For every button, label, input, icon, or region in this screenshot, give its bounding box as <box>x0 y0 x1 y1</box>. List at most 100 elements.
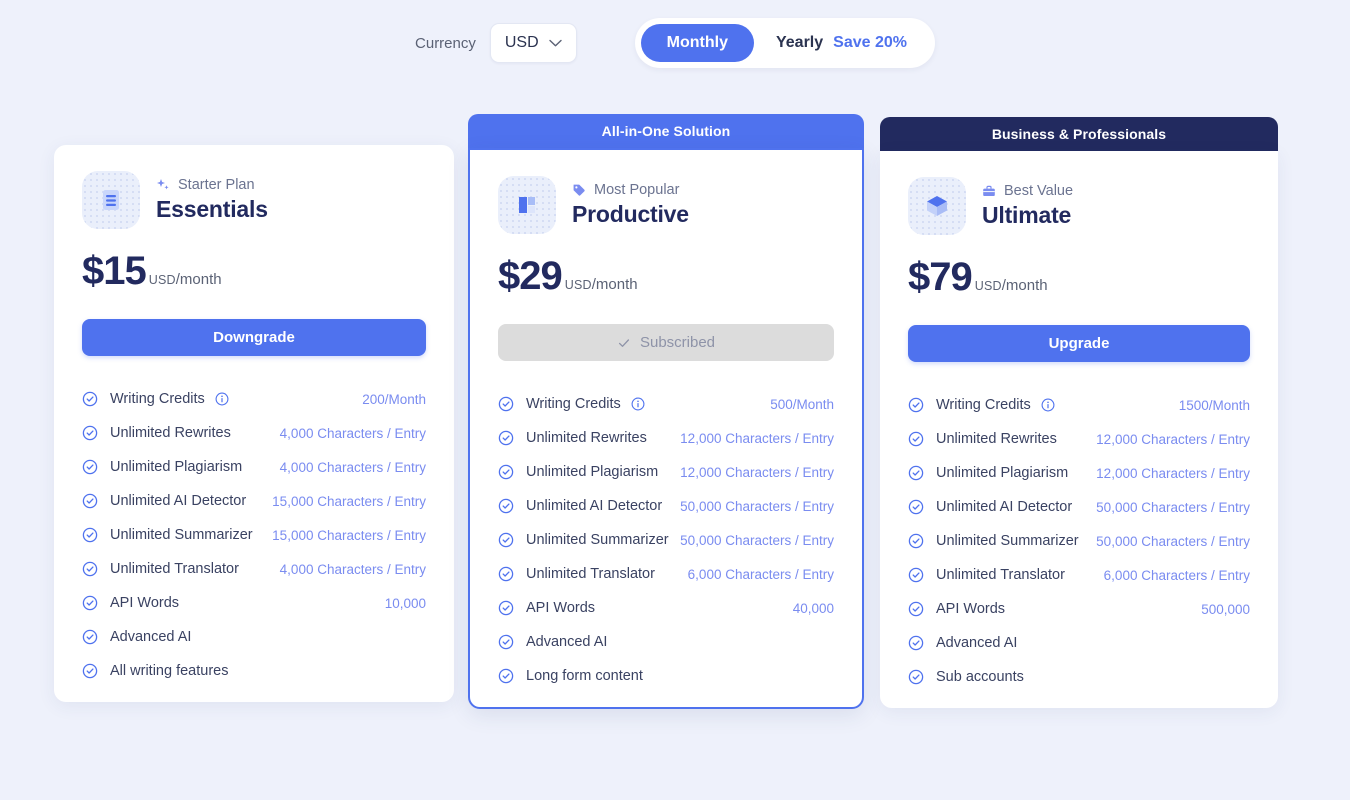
price-currency: USD <box>974 279 1002 293</box>
plan-meta: Best Value Ultimate <box>982 183 1073 229</box>
list-item: Advanced AI <box>908 626 1250 660</box>
list-item: Unlimited Plagiarism 12,000 Characters /… <box>498 455 834 489</box>
feature-value: 15,000 Characters / Entry <box>272 527 426 543</box>
document-lines-icon <box>82 171 140 229</box>
feature-value: 4,000 Characters / Entry <box>279 425 426 441</box>
check-circle-icon <box>498 430 514 446</box>
feature-list: Writing Credits 200/Month Unlimited Rewr… <box>82 382 426 688</box>
feature-label: Advanced AI <box>526 634 608 650</box>
plan-card-body: Most Popular Productive $29 USD/month Su… <box>468 148 864 709</box>
list-item: Unlimited Rewrites 4,000 Characters / En… <box>82 416 426 450</box>
list-item: All writing features <box>82 654 426 688</box>
list-item: Unlimited AI Detector 50,000 Characters … <box>908 490 1250 524</box>
feature-label: Unlimited Plagiarism <box>936 465 1069 481</box>
price-unit: USD/month <box>149 271 222 288</box>
list-item: Sub accounts <box>908 660 1250 694</box>
feature-label: Writing Credits <box>936 397 1031 413</box>
list-item: Unlimited Summarizer 15,000 Characters /… <box>82 518 426 552</box>
tab-yearly[interactable]: Yearly <box>754 24 823 62</box>
check-circle-icon <box>498 498 514 514</box>
list-item: Long form content <box>498 659 834 693</box>
list-item: API Words 500,000 <box>908 592 1250 626</box>
feature-label: Unlimited Rewrites <box>936 431 1057 447</box>
list-item: Unlimited Rewrites 12,000 Characters / E… <box>908 422 1250 456</box>
currency-select[interactable]: USD <box>489 23 577 63</box>
feature-value: 12,000 Characters / Entry <box>1096 465 1250 481</box>
feature-label: Unlimited Rewrites <box>526 430 647 446</box>
check-circle-icon <box>498 634 514 650</box>
feature-value: 6,000 Characters / Entry <box>1103 567 1250 583</box>
feature-label: Advanced AI <box>936 635 1018 651</box>
check-circle-icon <box>82 595 98 611</box>
check-circle-icon <box>498 532 514 548</box>
feature-value: 50,000 Characters / Entry <box>1096 533 1250 549</box>
billing-period-toggle[interactable]: Monthly Yearly Save 20% <box>634 18 935 68</box>
feature-label: Unlimited Summarizer <box>526 532 669 548</box>
list-item: Unlimited Summarizer 50,000 Characters /… <box>908 524 1250 558</box>
feature-value: 40,000 <box>792 600 834 616</box>
feature-value: 12,000 Characters / Entry <box>1096 431 1250 447</box>
plan-card-body: Starter Plan Essentials $15 USD/month Do… <box>54 145 454 702</box>
feature-value: 500,000 <box>1201 601 1250 617</box>
downgrade-button[interactable]: Downgrade <box>82 319 426 356</box>
list-item: API Words 10,000 <box>82 586 426 620</box>
plan-card-essentials[interactable]: Starter Plan Essentials $15 USD/month Do… <box>54 145 454 702</box>
feature-label: Unlimited AI Detector <box>110 493 247 509</box>
plan-badge-label: Most Popular <box>594 182 680 198</box>
check-circle-icon <box>82 663 98 679</box>
feature-label: Unlimited Summarizer <box>110 527 253 543</box>
feature-list: Writing Credits 1500/Month Unlimited Rew… <box>908 388 1250 694</box>
tab-monthly[interactable]: Monthly <box>640 24 754 62</box>
plan-badge: Most Popular <box>572 182 689 198</box>
check-circle-icon <box>498 396 514 412</box>
price-period: /month <box>1001 277 1048 294</box>
info-icon[interactable] <box>631 397 645 411</box>
feature-label: Unlimited Translator <box>936 567 1065 583</box>
check-circle-icon <box>908 465 924 481</box>
feature-label: Sub accounts <box>936 669 1024 685</box>
feature-label: Unlimited Translator <box>526 566 655 582</box>
currency-selected-value: USD <box>504 34 539 51</box>
info-icon[interactable] <box>215 392 229 406</box>
check-circle-icon <box>908 397 924 413</box>
plan-price: $15 USD/month <box>82 251 426 291</box>
feature-label: Unlimited Rewrites <box>110 425 231 441</box>
feature-label: API Words <box>936 601 1006 617</box>
plan-header: Best Value Ultimate <box>908 177 1250 235</box>
check-circle-icon <box>82 561 98 577</box>
price-amount: $15 <box>82 249 147 293</box>
list-item: Advanced AI <box>498 625 834 659</box>
plan-name: Ultimate <box>982 202 1072 228</box>
plan-card-ultimate[interactable]: Business & Professionals Best Value Ulti… <box>880 117 1278 708</box>
plan-badge-label: Best Value <box>1004 183 1074 199</box>
currency-control: Currency USD <box>415 23 577 63</box>
feature-value: 12,000 Characters / Entry <box>680 430 834 446</box>
price-period: /month <box>175 271 222 288</box>
feature-list: Writing Credits 500/Month Unlimited Rewr… <box>498 387 834 693</box>
check-circle-icon <box>498 464 514 480</box>
price-unit: USD/month <box>975 277 1048 294</box>
check-circle-icon <box>82 493 98 509</box>
plan-name: Productive <box>572 201 689 227</box>
plan-badge: Starter Plan <box>156 177 268 193</box>
feature-value: 500/Month <box>770 396 834 412</box>
list-item: Unlimited Plagiarism 4,000 Characters / … <box>82 450 426 484</box>
feature-value: 200/Month <box>362 391 426 407</box>
plan-header: Starter Plan Essentials <box>82 171 426 229</box>
check-icon <box>617 336 631 350</box>
plan-banner: All-in-One Solution <box>468 114 864 148</box>
check-circle-icon <box>908 533 924 549</box>
list-item: Unlimited Rewrites 12,000 Characters / E… <box>498 421 834 455</box>
list-item: Unlimited Summarizer 50,000 Characters /… <box>498 523 834 557</box>
check-circle-icon <box>82 527 98 543</box>
price-amount: $29 <box>498 254 563 298</box>
feature-label: API Words <box>526 600 596 616</box>
upgrade-button[interactable]: Upgrade <box>908 325 1250 362</box>
feature-label: Writing Credits <box>110 391 205 407</box>
feature-value: 6,000 Characters / Entry <box>687 566 834 582</box>
plan-card-body: Best Value Ultimate $79 USD/month Upgrad… <box>880 151 1278 708</box>
info-icon[interactable] <box>1041 398 1055 412</box>
plan-card-productive[interactable]: All-in-One Solution Most Popular Product… <box>468 114 864 709</box>
feature-label: Unlimited Summarizer <box>936 533 1079 549</box>
feature-label: All writing features <box>110 663 229 679</box>
